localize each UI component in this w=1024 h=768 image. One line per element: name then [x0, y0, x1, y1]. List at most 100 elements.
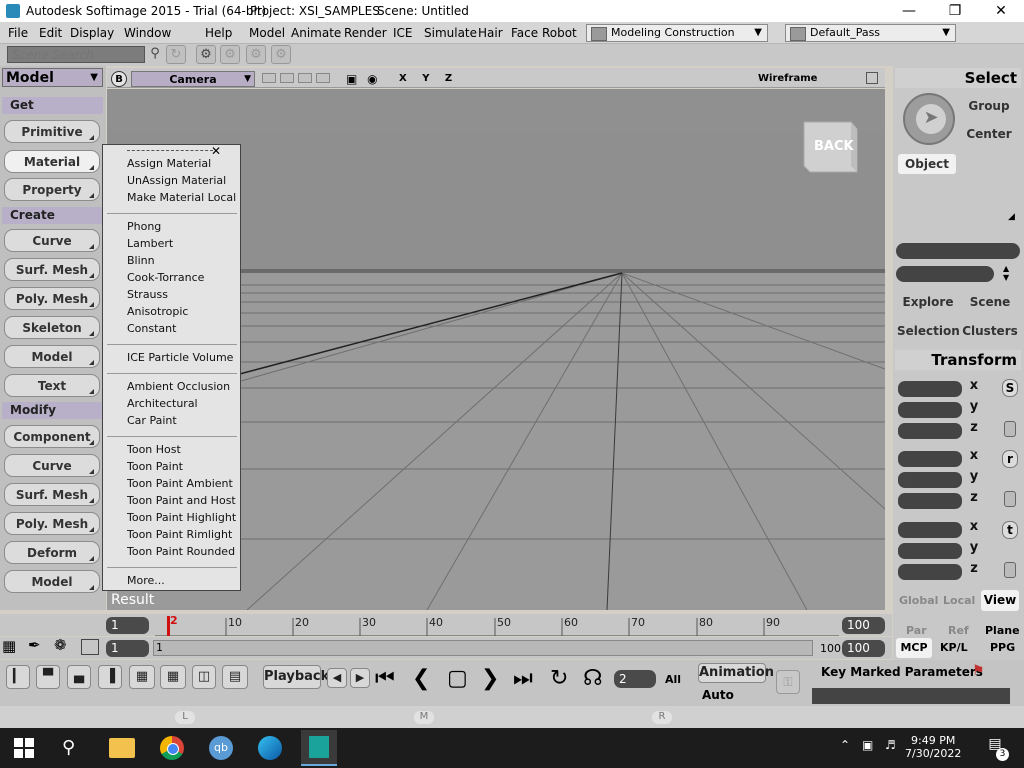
local-button[interactable]: Local	[943, 594, 975, 607]
translate-x-label[interactable]: x	[966, 519, 982, 535]
render-pass-dropdown[interactable]: Default_Pass ▼	[785, 24, 956, 42]
loop-icon[interactable]: ↻	[550, 666, 568, 691]
layout-3-icon[interactable]: ▄	[67, 665, 91, 689]
snap-grid-icon[interactable]: ⚙	[220, 45, 240, 64]
translate-button[interactable]: t	[1002, 521, 1018, 539]
rotate-z-label[interactable]: z	[966, 490, 982, 506]
step-back-icon[interactable]: ❮	[412, 666, 430, 691]
prev-frame-icon[interactable]: ◀	[327, 668, 347, 688]
menu-animate[interactable]: Animate	[291, 26, 341, 40]
next-frame-icon[interactable]: ▶	[350, 668, 370, 688]
camera-icon[interactable]: ▣	[346, 72, 357, 86]
animation-menu[interactable]: Animation	[698, 663, 774, 683]
module-dropdown[interactable]: Model ▼	[2, 68, 103, 87]
snap-point-icon[interactable]: ⚙	[246, 45, 266, 64]
center-button[interactable]: Center	[960, 124, 1018, 144]
material-menu-item[interactable]: Toon Paint Highlight	[127, 511, 236, 524]
scale-y-field[interactable]	[898, 402, 962, 418]
scale-x-label[interactable]: x	[966, 378, 982, 394]
translate-z-field[interactable]	[898, 564, 962, 580]
all-button[interactable]: All	[665, 673, 681, 686]
scale-x-field[interactable]	[898, 381, 962, 397]
scale-z-label[interactable]: z	[966, 420, 982, 436]
play-icon[interactable]: ❯	[481, 666, 499, 691]
property-button[interactable]: Property	[4, 178, 100, 201]
palette-icon[interactable]: ❁	[54, 636, 76, 656]
restore-icon[interactable]: ❐	[932, 0, 978, 22]
create-model-button[interactable]: Model	[4, 345, 100, 368]
search-icon[interactable]: ⚲	[145, 45, 165, 64]
modify-deform-button[interactable]: Deform	[4, 541, 100, 564]
key-icon[interactable]: ⚿	[776, 670, 800, 694]
viewport-toggle[interactable]	[298, 73, 312, 83]
menu-edit[interactable]: Edit	[39, 26, 62, 40]
timeline-start-field[interactable]: 1	[106, 617, 149, 634]
menu-file[interactable]: File	[8, 26, 28, 40]
range-end-field[interactable]: 100	[842, 640, 885, 657]
snap-icon[interactable]: ⚙	[196, 45, 216, 64]
modify-component-button[interactable]: Component	[4, 425, 100, 448]
modify-model-button[interactable]: Model	[4, 570, 100, 593]
material-menu-item[interactable]: Architectural	[127, 397, 198, 410]
auto-key-button[interactable]: Auto	[702, 688, 734, 702]
edge-icon[interactable]	[254, 732, 286, 764]
create-surf-mesh-button[interactable]: Surf. Mesh	[4, 258, 100, 281]
select-panel-title[interactable]: Select	[895, 68, 1021, 88]
mcp-tab[interactable]: MCP	[896, 638, 932, 658]
translate-z-label[interactable]: z	[966, 561, 982, 577]
first-frame-icon[interactable]: ⏮	[375, 666, 395, 691]
material-menu-item[interactable]: ICE Particle Volume	[127, 351, 233, 364]
camera-dropdown[interactable]: Camera ▼	[131, 71, 255, 87]
ref-button[interactable]: Ref	[948, 624, 969, 637]
create-poly-mesh-button[interactable]: Poly. Mesh	[4, 287, 100, 310]
minimize-icon[interactable]: —	[886, 0, 932, 22]
material-menu-item[interactable]: Strauss	[127, 288, 168, 301]
menu-simulate[interactable]: Simulate	[424, 26, 477, 40]
modify-surf-mesh-button[interactable]: Surf. Mesh	[4, 483, 100, 506]
translate-lock-icon[interactable]	[1004, 562, 1016, 578]
rotate-y-label[interactable]: y	[966, 469, 982, 485]
stop-icon[interactable]: ▢	[447, 666, 468, 691]
viewport-letter-button[interactable]: B	[111, 71, 127, 87]
view-button[interactable]: View	[981, 590, 1019, 611]
rotate-x-label[interactable]: x	[966, 448, 982, 464]
create-skeleton-button[interactable]: Skeleton	[4, 316, 100, 339]
create-curve-button[interactable]: Curve	[4, 229, 100, 252]
layout-quad-icon[interactable]: ▦	[129, 665, 155, 689]
material-menu-item[interactable]: More...	[127, 574, 165, 587]
refresh-icon[interactable]: ↻	[166, 45, 186, 64]
select-tool-button[interactable]: ➤	[903, 93, 955, 145]
key-marked-parameters-button[interactable]: Key Marked Parameters	[812, 662, 992, 682]
material-menu-item[interactable]: Cook-Torrance	[127, 271, 204, 284]
layout-2-icon[interactable]: ▀	[36, 665, 60, 689]
shading-dropdown[interactable]: Wireframe	[758, 73, 817, 84]
snap-curve-icon[interactable]: ⚙	[271, 45, 291, 64]
viewport-toggle[interactable]	[316, 73, 330, 83]
material-menu-item[interactable]: Anisotropic	[127, 305, 188, 318]
material-menu-item[interactable]: Toon Paint Rounded	[127, 545, 235, 558]
par-button[interactable]: Par	[906, 624, 927, 637]
scene-button[interactable]: Scene	[962, 292, 1018, 312]
key-lock-icon[interactable]: ⚑	[972, 663, 985, 679]
construction-mode-dropdown[interactable]: Modeling Construction Mode ▼	[586, 24, 768, 55]
rotate-x-field[interactable]	[898, 451, 962, 467]
close-icon[interactable]: ✕	[211, 144, 221, 158]
layout-4-icon[interactable]: ▐	[98, 665, 122, 689]
material-menu-item[interactable]: Toon Paint Ambient	[127, 477, 233, 490]
layout-split-icon[interactable]: ◫	[192, 665, 216, 689]
selection-filter-field[interactable]	[896, 266, 994, 282]
modify-poly-mesh-button[interactable]: Poly. Mesh	[4, 512, 100, 535]
brush-icon[interactable]: ✒	[28, 636, 50, 656]
scale-z-field[interactable]	[898, 423, 962, 439]
layout-custom-icon[interactable]: ▤	[222, 665, 248, 689]
stepper-icon[interactable]: ▲ ▼	[1003, 264, 1009, 282]
key-marked-parameters-field[interactable]	[812, 688, 1010, 704]
menu-render[interactable]: Render	[344, 26, 387, 40]
taskbar-clock[interactable]: 9:49 PM 7/30/2022	[905, 734, 961, 760]
group-button[interactable]: Group	[960, 96, 1018, 116]
modify-curve-button[interactable]: Curve	[4, 454, 100, 477]
softimage-taskbar-icon[interactable]	[301, 730, 337, 766]
eye-icon[interactable]: ◉	[367, 72, 377, 86]
menu-display[interactable]: Display	[70, 26, 114, 40]
menu-help[interactable]: Help	[205, 26, 232, 40]
